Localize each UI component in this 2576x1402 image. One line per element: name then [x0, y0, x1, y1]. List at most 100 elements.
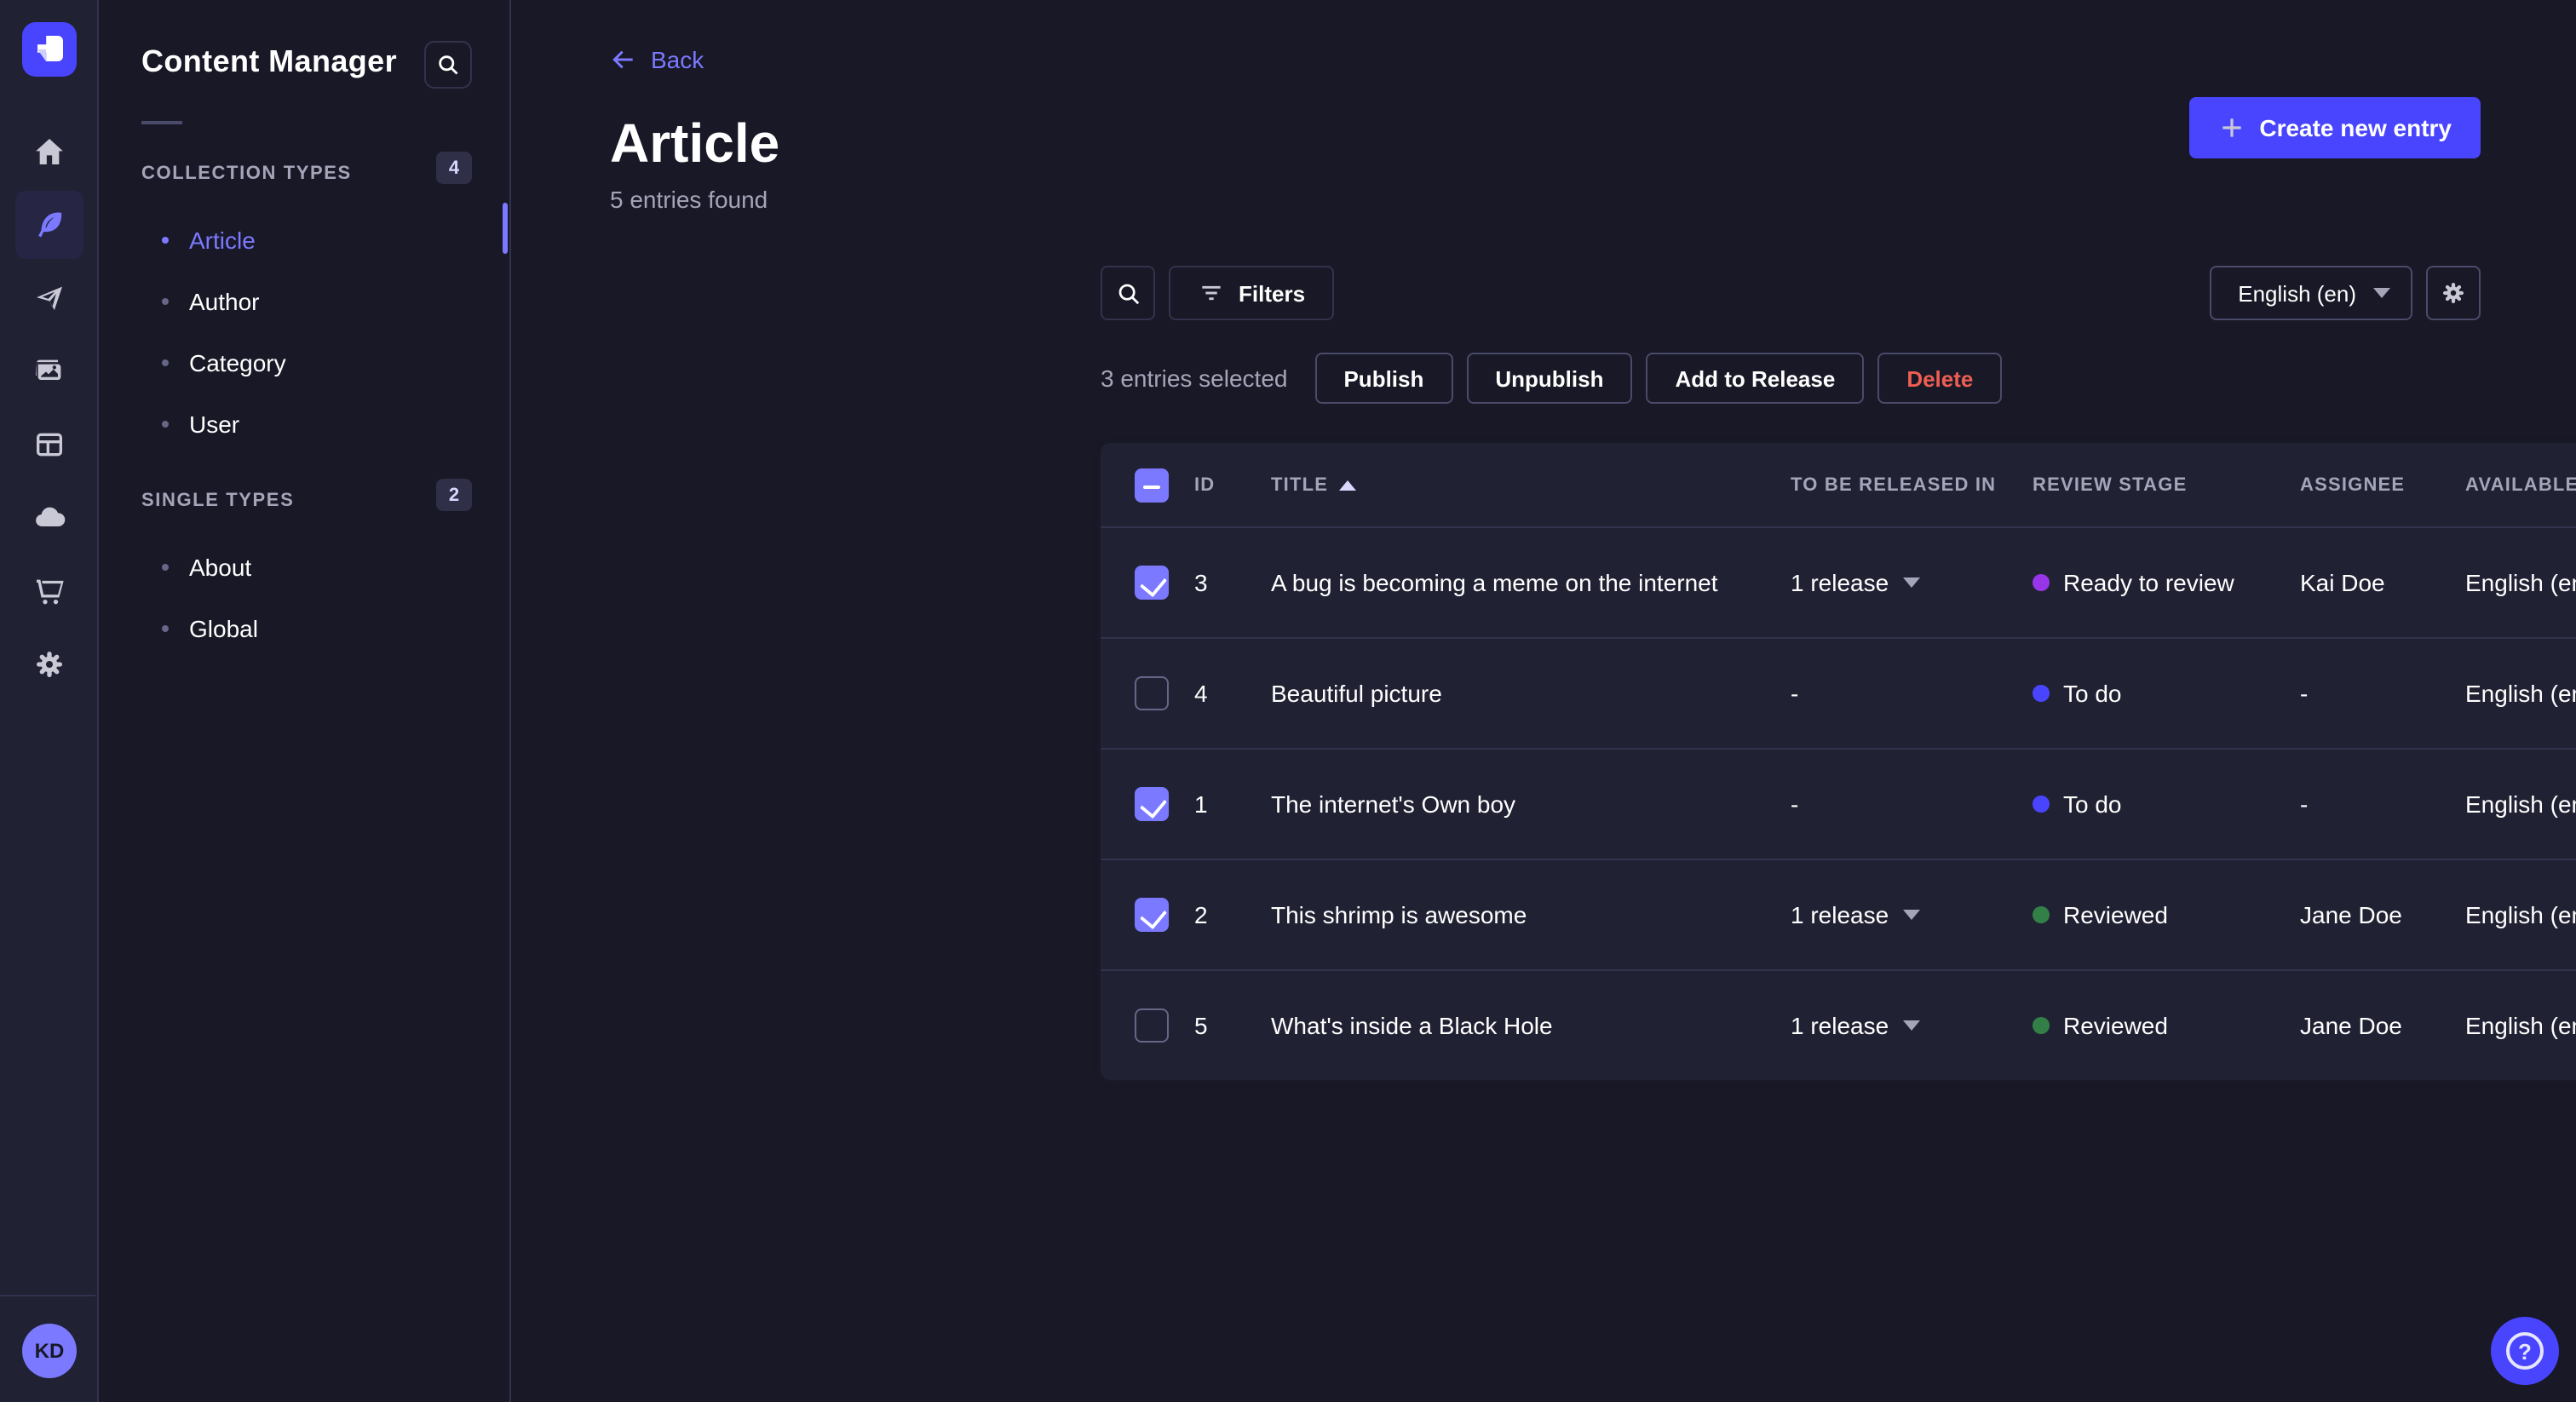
filter-icon [1202, 285, 1221, 301]
row-assignee: Jane Doe [2300, 901, 2402, 928]
row-title: What's inside a Black Hole [1271, 1012, 1553, 1039]
row-checkbox[interactable] [1135, 898, 1169, 932]
plus-icon [2222, 118, 2242, 137]
row-checkbox[interactable] [1135, 566, 1169, 600]
column-header-title[interactable]: TITLE [1271, 474, 1791, 495]
bullet-icon [162, 237, 169, 244]
stage-dot [2033, 574, 2050, 591]
entries-count: 5 entries found [610, 186, 768, 213]
row-release: - [1791, 680, 1799, 707]
bullet-icon [162, 564, 169, 571]
row-checkbox[interactable] [1135, 1008, 1169, 1043]
content-type-builder-icon[interactable] [14, 411, 83, 479]
row-checkbox[interactable] [1135, 787, 1169, 821]
media-library-icon[interactable] [14, 337, 83, 405]
arrow-left-icon [612, 50, 633, 69]
stage-dot [2033, 906, 2050, 923]
row-review-stage: To do [2033, 680, 2300, 707]
column-header-available[interactable]: AVAILABLE IN [2465, 474, 2576, 495]
subnav-scrollbar[interactable] [503, 203, 508, 254]
delete-button[interactable]: Delete [1877, 353, 2003, 404]
sidebar-item-about[interactable]: About [101, 537, 509, 598]
rail-divider [0, 1295, 95, 1296]
help-button[interactable]: ? [2491, 1317, 2559, 1385]
stage-dot [2033, 685, 2050, 702]
column-header-stage[interactable]: REVIEW STAGE [2033, 474, 2300, 495]
table-row[interactable]: 3 A bug is becoming a meme on the intern… [1101, 526, 2576, 637]
collection-types-section: COLLECTION TYPES 4 Article Author Catego… [101, 152, 509, 455]
view-settings-button[interactable] [2426, 266, 2481, 320]
row-checkbox[interactable] [1135, 676, 1169, 710]
selection-count: 3 entries selected [1101, 365, 1288, 392]
row-locale-dropdown[interactable]: English (en) (default) [2465, 901, 2576, 928]
user-avatar[interactable]: KD [22, 1324, 77, 1378]
content-manager-icon[interactable] [14, 191, 83, 259]
row-title: Beautiful picture [1271, 680, 1442, 707]
row-title: A bug is becoming a meme on the internet [1271, 569, 1718, 596]
locale-select[interactable]: English (en) [2209, 266, 2412, 320]
filters-button[interactable]: Filters [1169, 266, 1335, 320]
row-assignee: - [2300, 680, 2309, 707]
entries-table: ID TITLE TO BE RELEASED IN REVIEW STAGE … [1101, 443, 2576, 1080]
single-types-count-badge: 2 [436, 479, 472, 511]
sidebar-item-category[interactable]: Category [101, 332, 509, 394]
table-row[interactable]: 4 Beautiful picture - To do - English (e… [1101, 637, 2576, 748]
back-link[interactable]: Back [610, 46, 704, 73]
collection-types-label: COLLECTION TYPES [141, 164, 352, 184]
sidebar-item-global[interactable]: Global [101, 598, 509, 659]
subnav-search-button[interactable] [424, 41, 472, 89]
main-content: Back Article 5 entries found Create new … [513, 0, 2576, 1402]
table-row[interactable]: 1 The internet's Own boy - To do - Engli… [1101, 748, 2576, 859]
row-review-stage: To do [2033, 790, 2300, 818]
chevron-down-icon [1902, 577, 1920, 588]
add-to-release-button[interactable]: Add to Release [1646, 353, 1865, 404]
row-id: 1 [1194, 790, 1208, 818]
bullet-icon [162, 359, 169, 366]
create-new-entry-button[interactable]: Create new entry [2189, 97, 2481, 158]
paper-plane-icon[interactable] [14, 264, 83, 332]
selection-bar: 3 entries selected Publish Unpublish Add… [1101, 353, 2003, 404]
row-review-stage: Reviewed [2033, 901, 2300, 928]
bullet-icon [162, 625, 169, 632]
search-button[interactable] [1101, 266, 1155, 320]
sort-ascending-icon [1338, 480, 1356, 490]
chevron-down-icon [1902, 910, 1920, 920]
row-locale-dropdown[interactable]: English (en) (default) [2465, 790, 2576, 818]
row-review-stage: Ready to review [2033, 569, 2300, 596]
subnav-divider [141, 121, 182, 124]
column-header-assignee[interactable]: ASSIGNEE [2300, 474, 2465, 495]
strapi-logo[interactable] [22, 22, 77, 77]
single-types-section: SINGLE TYPES 2 About Global [101, 479, 509, 659]
subnav-title: Content Manager [141, 44, 398, 78]
row-release-dropdown[interactable]: 1 release [1791, 901, 2033, 928]
column-header-release[interactable]: TO BE RELEASED IN [1791, 474, 2033, 495]
row-id: 2 [1194, 901, 1208, 928]
collection-types-count-badge: 4 [436, 152, 472, 184]
sidebar-item-user[interactable]: User [101, 394, 509, 455]
row-review-stage: Reviewed [2033, 1012, 2300, 1039]
gear-settings-icon[interactable] [14, 630, 83, 698]
home-icon[interactable] [14, 118, 83, 186]
row-title: This shrimp is awesome [1271, 901, 1527, 928]
sidebar-item-author[interactable]: Author [101, 271, 509, 332]
chevron-down-icon [2373, 288, 2390, 298]
table-row[interactable]: 2 This shrimp is awesome 1 release Revie… [1101, 859, 2576, 969]
stage-dot [2033, 1017, 2050, 1034]
sidebar-item-article[interactable]: Article [101, 210, 509, 271]
cloud-icon[interactable] [14, 484, 83, 552]
select-all-checkbox[interactable] [1135, 468, 1169, 502]
row-locale-dropdown[interactable]: English (en) (default) [2465, 569, 2576, 596]
row-id: 4 [1194, 680, 1208, 707]
row-release-dropdown[interactable]: 1 release [1791, 569, 2033, 596]
row-locale-dropdown[interactable]: English (en) (default) [2465, 1012, 2576, 1039]
row-assignee: - [2300, 790, 2309, 818]
single-types-label: SINGLE TYPES [141, 491, 295, 511]
row-release-dropdown[interactable]: 1 release [1791, 1012, 2033, 1039]
row-locale-dropdown[interactable]: English (en) (default) [2465, 680, 2576, 707]
cart-marketplace-icon[interactable] [14, 557, 83, 625]
column-header-id[interactable]: ID [1194, 474, 1271, 495]
table-row[interactable]: 5 What's inside a Black Hole 1 release R… [1101, 969, 2576, 1080]
publish-button[interactable]: Publish [1314, 353, 1453, 404]
stage-dot [2033, 796, 2050, 813]
unpublish-button[interactable]: Unpublish [1466, 353, 1633, 404]
